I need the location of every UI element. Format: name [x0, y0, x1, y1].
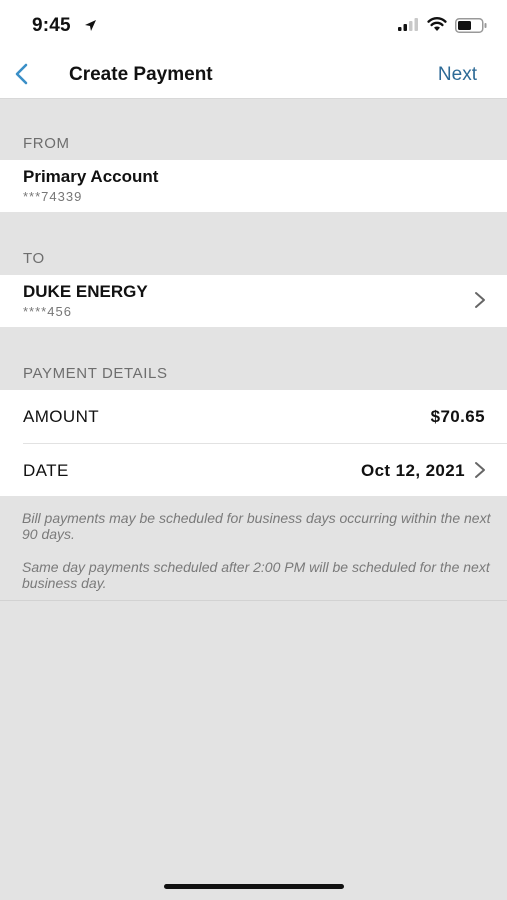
- payment-details-header: PAYMENT DETAILS: [23, 365, 168, 382]
- date-label: DATE: [23, 461, 69, 480]
- back-chevron-icon[interactable]: [10, 62, 34, 86]
- cellular-signal-icon: [398, 18, 418, 31]
- payment-details-group: AMOUNT $70.65 DATE Oct 12, 2021: [0, 390, 507, 496]
- from-account-name: Primary Account: [23, 167, 159, 186]
- amount-row[interactable]: AMOUNT $70.65: [0, 390, 507, 443]
- payee-account-number: ****456: [23, 304, 72, 319]
- payee-row[interactable]: DUKE ENERGY ****456: [0, 275, 507, 327]
- scheduling-note: Bill payments may be scheduled for busin…: [22, 510, 491, 542]
- home-indicator[interactable]: [164, 884, 344, 889]
- status-bar: 9:45: [0, 0, 507, 50]
- status-time: 9:45: [32, 15, 71, 36]
- from-account-row[interactable]: Primary Account ***74339: [0, 160, 507, 212]
- chevron-right-icon: [475, 292, 485, 308]
- page-title: Create Payment: [69, 64, 213, 85]
- next-button[interactable]: Next: [438, 64, 477, 86]
- amount-label: AMOUNT: [23, 407, 100, 426]
- location-arrow-icon: [85, 20, 96, 31]
- divider: [0, 600, 507, 601]
- payee-name: DUKE ENERGY: [23, 282, 148, 301]
- date-value: Oct 12, 2021: [360, 461, 465, 480]
- wifi-icon: [427, 17, 447, 31]
- navigation-bar: Create Payment Next: [0, 50, 507, 99]
- battery-icon: [455, 18, 487, 33]
- same-day-note: Same day payments scheduled after 2:00 P…: [22, 559, 490, 591]
- date-row[interactable]: DATE Oct 12, 2021: [0, 444, 507, 496]
- chevron-right-icon: [475, 462, 485, 478]
- to-section-header: TO: [23, 250, 45, 267]
- amount-value: $70.65: [430, 407, 485, 426]
- from-account-number: ***74339: [23, 189, 83, 204]
- from-section-header: FROM: [23, 135, 70, 152]
